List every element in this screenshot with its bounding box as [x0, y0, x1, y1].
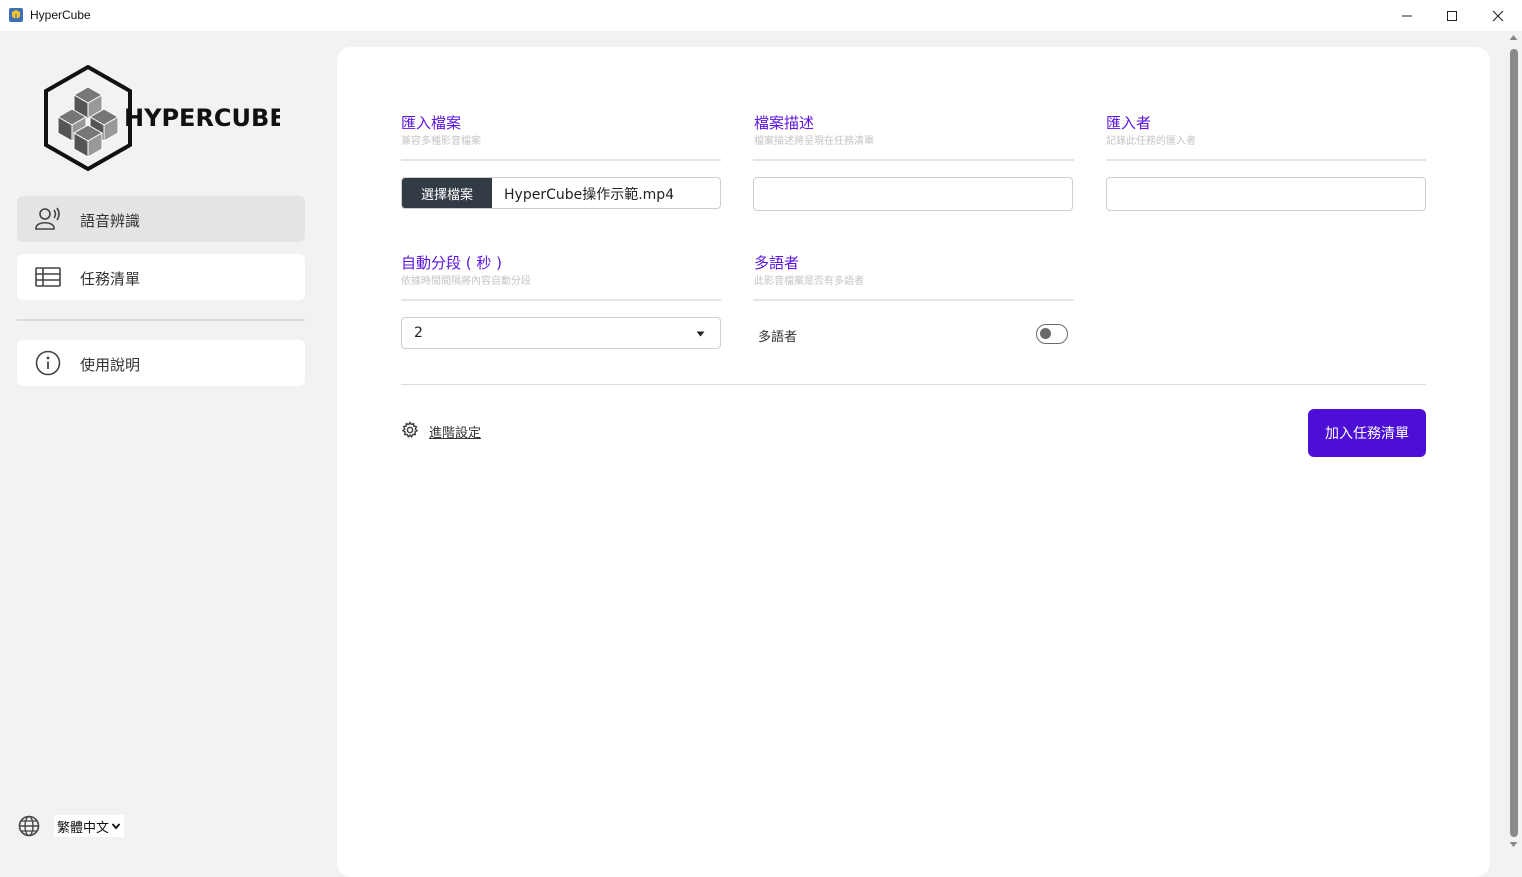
- field-rule: [753, 299, 1074, 301]
- speaker-person-icon: [35, 207, 60, 230]
- field-title: 多語者: [754, 254, 800, 272]
- chevron-down-icon: [111, 823, 121, 830]
- importer-header: 匯入者 記錄此任務的匯入者: [1106, 114, 1196, 148]
- app-icon: [9, 8, 23, 22]
- hypercube-logo: HYPERCUBE: [40, 64, 286, 175]
- info-icon: [35, 350, 61, 376]
- importer-input[interactable]: [1106, 177, 1426, 211]
- language-select-value: 繁體中文: [57, 820, 110, 836]
- advanced-settings-link[interactable]: 進階設定: [429, 422, 481, 441]
- choose-file-button[interactable]: 選擇檔案: [402, 178, 492, 208]
- field-title: 檔案描述: [754, 114, 815, 132]
- hypercube-logo-icon: HYPERCUBE: [44, 64, 286, 172]
- section-divider: [401, 384, 1426, 385]
- field-subtitle: 此影音檔案是否有多語者: [754, 276, 864, 287]
- sidebar-divider: [17, 319, 305, 321]
- close-icon: [1492, 10, 1504, 21]
- multi-speaker-toggle-label: 多語者: [758, 330, 798, 345]
- sidebar: HYPERCUBE 語音辨識 任務清單 使用說明 繁體中文: [0, 31, 322, 857]
- svg-text:HYPERCUBE: HYPERCUBE: [124, 104, 280, 132]
- import-file-header: 匯入檔案 兼容多種影音檔案: [401, 114, 481, 148]
- gear-icon[interactable]: [401, 421, 419, 439]
- selected-file-name: HyperCube操作示範.mp4: [504, 187, 675, 203]
- field-title: 匯入者: [1106, 114, 1152, 132]
- globe-icon: [18, 815, 40, 837]
- file-picker: 選擇檔案 HyperCube操作示範.mp4: [401, 177, 721, 209]
- scroll-down-arrow-icon[interactable]: [1509, 841, 1518, 848]
- add-to-task-list-button[interactable]: 加入任務清單: [1308, 409, 1426, 457]
- language-select[interactable]: 繁體中文: [54, 815, 125, 837]
- description-input[interactable]: [753, 177, 1073, 211]
- maximize-button[interactable]: [1429, 0, 1475, 31]
- sidebar-item-help[interactable]: 使用說明: [17, 340, 305, 386]
- scroll-up-arrow-icon[interactable]: [1509, 34, 1518, 41]
- close-button[interactable]: [1475, 0, 1521, 31]
- field-subtitle: 依據時間間隔將內容自動分段: [401, 276, 531, 287]
- field-rule: [401, 299, 721, 301]
- auto-segment-select-value: 2: [414, 325, 423, 341]
- main-panel: [337, 47, 1490, 877]
- field-subtitle: 兼容多種影音檔案: [401, 136, 481, 147]
- scroll-thumb[interactable]: [1510, 49, 1518, 837]
- sidebar-item-label: 語音辨識: [80, 212, 141, 230]
- field-title: 匯入檔案: [401, 114, 462, 132]
- maximize-icon: [1447, 10, 1457, 21]
- multi-speaker-header: 多語者 此影音檔案是否有多語者: [754, 254, 864, 288]
- field-rule: [401, 159, 721, 161]
- sidebar-item-task-list[interactable]: 任務清單: [17, 254, 305, 300]
- field-rule: [1106, 159, 1426, 161]
- window-title: HyperCube: [30, 8, 91, 22]
- sidebar-item-label: 使用說明: [80, 356, 141, 374]
- sidebar-item-speech-recognition[interactable]: 語音辨識: [17, 196, 305, 242]
- minimize-button[interactable]: [1384, 0, 1430, 31]
- multi-speaker-toggle[interactable]: [1036, 324, 1068, 344]
- list-table-icon: [35, 267, 61, 287]
- caret-down-icon: [696, 331, 705, 337]
- field-title: 自動分段 ( 秒 ): [401, 254, 503, 272]
- sidebar-item-label: 任務清單: [80, 270, 141, 288]
- field-subtitle: 記錄此任務的匯入者: [1106, 136, 1196, 147]
- auto-segment-select[interactable]: 2: [401, 317, 721, 349]
- auto-segment-header: 自動分段 ( 秒 ) 依據時間間隔將內容自動分段: [401, 254, 531, 288]
- toggle-knob: [1040, 328, 1051, 339]
- scrollbar[interactable]: [1505, 31, 1522, 857]
- title-bar: HyperCube: [0, 0, 1522, 31]
- field-rule: [753, 159, 1074, 161]
- description-header: 檔案描述 檔案描述將呈現在任務清單: [754, 114, 874, 148]
- field-subtitle: 檔案描述將呈現在任務清單: [754, 136, 874, 147]
- minimize-icon: [1402, 15, 1412, 16]
